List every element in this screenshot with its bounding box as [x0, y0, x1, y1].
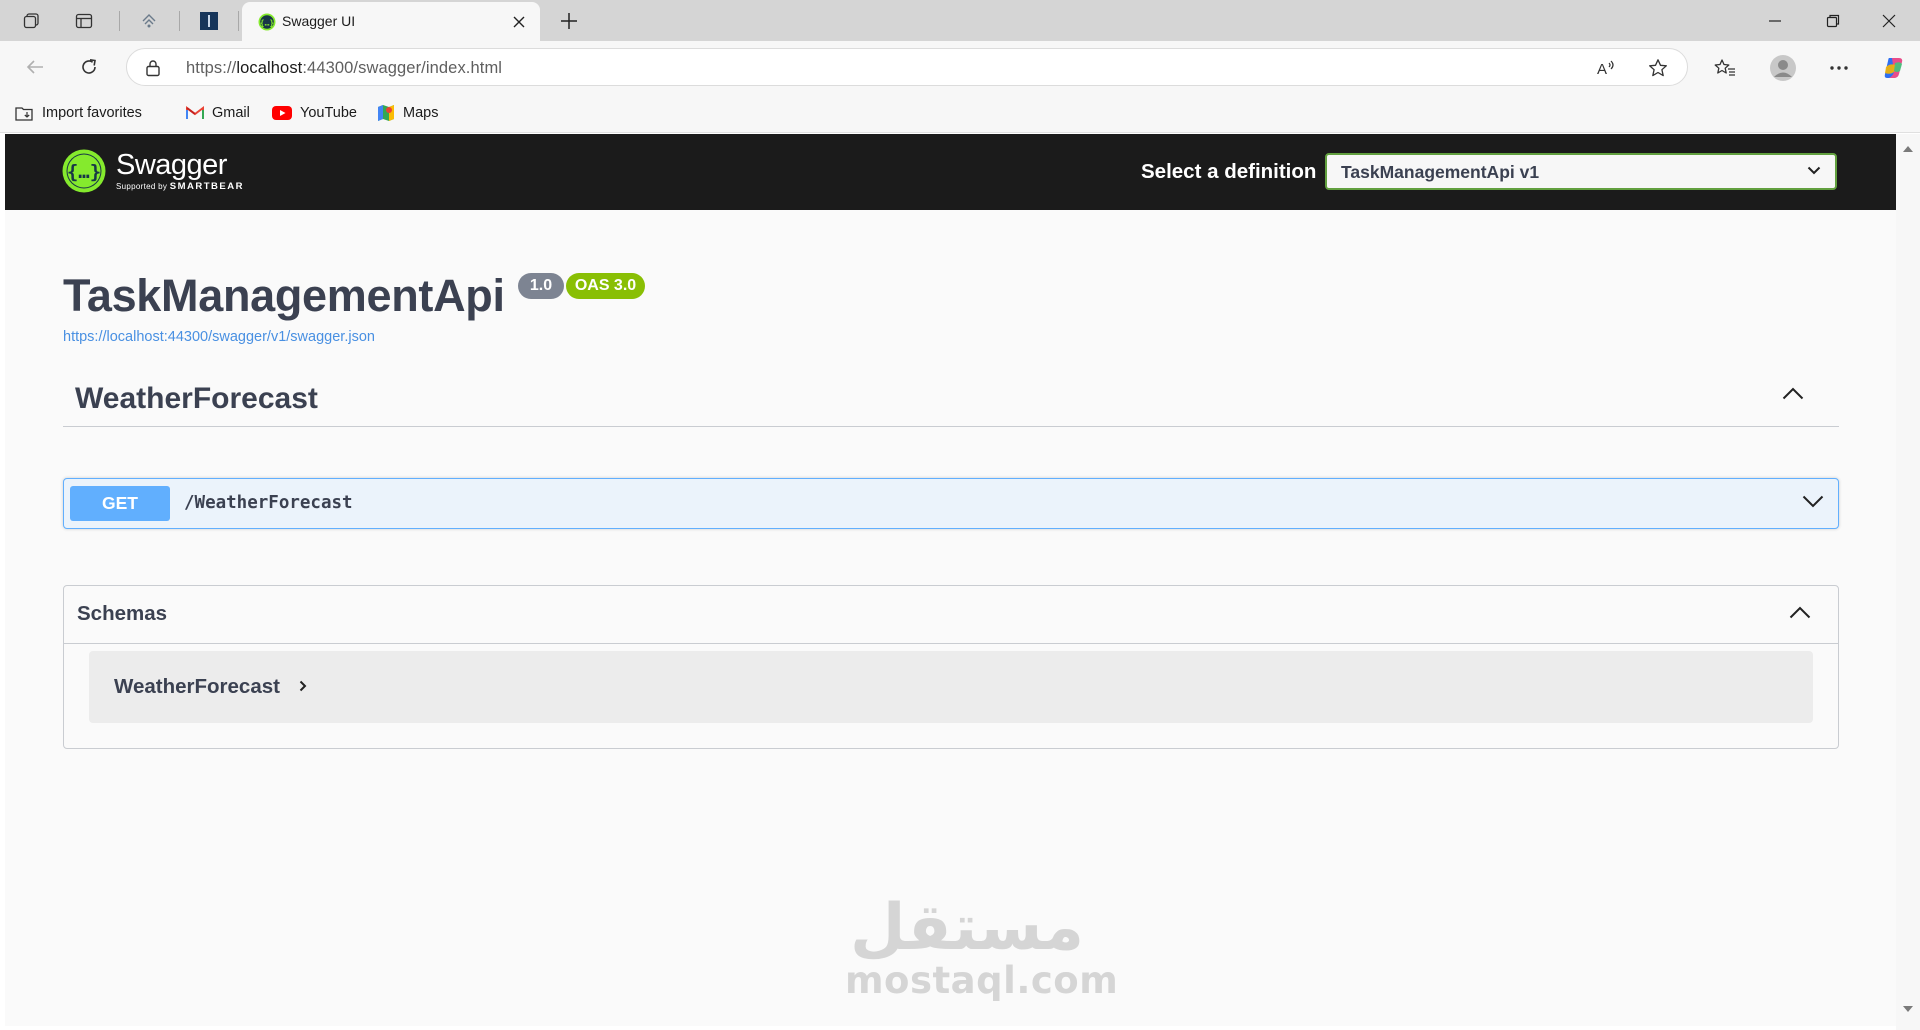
schemas-header[interactable]: Schemas — [64, 586, 1838, 644]
favorites-icon[interactable] — [1710, 53, 1740, 83]
model-name: WeatherForecast — [114, 675, 280, 698]
page-scrollbar[interactable] — [1896, 134, 1920, 1030]
browser-tab-bar: {…} Swagger UI — [0, 0, 1920, 41]
copilot-icon[interactable] — [1878, 53, 1908, 83]
favorite-star-icon[interactable] — [1647, 57, 1669, 79]
workspaces-icon[interactable] — [19, 8, 45, 34]
bookmark-gmail[interactable]: Gmail — [186, 102, 250, 124]
gmail-icon — [186, 106, 204, 120]
http-method-badge: GET — [70, 486, 170, 521]
page-viewport: {…} Swagger Supported by SMARTBEAR Selec… — [5, 134, 1896, 1026]
watermark-arabic: مستقل — [849, 891, 1085, 965]
maps-icon — [377, 104, 395, 122]
scroll-up-arrow-icon[interactable] — [1902, 144, 1914, 154]
tab-swagger-ui[interactable]: {…} Swagger UI — [242, 2, 540, 41]
pinned-tab-dark-icon[interactable] — [196, 8, 222, 34]
read-aloud-icon[interactable]: A — [1595, 57, 1617, 79]
lock-icon[interactable] — [145, 59, 161, 77]
operation-path: /WeatherForecast — [184, 493, 353, 513]
import-icon — [14, 104, 34, 122]
profile-avatar-icon[interactable] — [1768, 53, 1798, 83]
swagger-favicon-icon: {…} — [258, 13, 276, 31]
swagger-logo-icon: {…} — [62, 149, 106, 193]
tab-title: Swagger UI — [282, 13, 356, 29]
svg-text:A: A — [1597, 61, 1607, 77]
watermark: مستقل mostaql.com — [845, 891, 1119, 1002]
youtube-icon — [272, 106, 292, 120]
definition-select[interactable]: TaskManagementApi v1 — [1325, 153, 1837, 190]
definition-select-value: TaskManagementApi v1 — [1341, 162, 1540, 182]
url-text[interactable]: https://localhost:44300/swagger/index.ht… — [186, 59, 502, 78]
api-title: TaskManagementApi — [63, 270, 505, 321]
bookmark-import-favorites[interactable]: Import favorites — [14, 102, 142, 124]
select-definition-label: Select a definition — [1141, 160, 1317, 183]
swagger-logo-text: Swagger — [116, 148, 227, 181]
more-options-icon[interactable] — [1824, 53, 1854, 83]
spec-url-link[interactable]: https://localhost:44300/swagger/v1/swagg… — [63, 329, 375, 345]
watermark-latin: mostaql.com — [845, 959, 1119, 1002]
refresh-icon[interactable] — [75, 53, 103, 81]
close-window-button[interactable] — [1866, 6, 1912, 36]
schemas-title: Schemas — [77, 602, 168, 625]
chevron-down-icon — [1807, 166, 1821, 175]
pinned-tab-icon[interactable] — [136, 8, 162, 34]
address-bar-row: https://localhost:44300/swagger/index.ht… — [0, 41, 1920, 93]
chevron-up-icon[interactable] — [1782, 387, 1804, 400]
swagger-logo-brand: SMARTBEAR — [169, 180, 244, 192]
close-tab-icon[interactable] — [508, 11, 530, 33]
minimize-button[interactable] — [1752, 6, 1798, 36]
swagger-logo[interactable]: {…} Swagger Supported by SMARTBEAR — [62, 149, 244, 193]
schemas-section: Schemas WeatherForecast — [63, 585, 1839, 749]
address-bar[interactable]: https://localhost:44300/swagger/index.ht… — [126, 48, 1688, 86]
bookmark-youtube[interactable]: YouTube — [272, 102, 357, 124]
svg-text:{…}: {…} — [67, 161, 101, 183]
chevron-right-icon[interactable] — [299, 680, 307, 692]
swagger-logo-sub: Supported by — [116, 181, 168, 191]
chevron-down-icon[interactable] — [1802, 495, 1824, 508]
chevron-up-icon[interactable] — [1789, 606, 1811, 619]
model-weatherforecast[interactable]: WeatherForecast — [89, 651, 1813, 723]
new-tab-button[interactable] — [556, 8, 582, 34]
tag-weatherforecast-header[interactable]: WeatherForecast — [63, 369, 1839, 427]
tag-name: WeatherForecast — [75, 382, 318, 415]
operation-get-weatherforecast[interactable]: GET /WeatherForecast — [63, 478, 1839, 529]
bookmark-maps[interactable]: Maps — [377, 102, 438, 124]
scroll-down-arrow-icon[interactable] — [1902, 1004, 1914, 1014]
bookmarks-bar: Import favorites Gmail YouTube Maps — [0, 93, 1920, 133]
oas-badge: OAS 3.0 — [566, 273, 645, 299]
swagger-topbar: {…} Swagger Supported by SMARTBEAR Selec… — [5, 134, 1896, 210]
back-arrow-icon[interactable] — [21, 53, 49, 81]
svg-text:{…}: {…} — [260, 19, 275, 28]
version-badge: 1.0 — [518, 273, 564, 299]
restore-button[interactable] — [1810, 6, 1856, 36]
tab-actions-icon[interactable] — [71, 8, 97, 34]
